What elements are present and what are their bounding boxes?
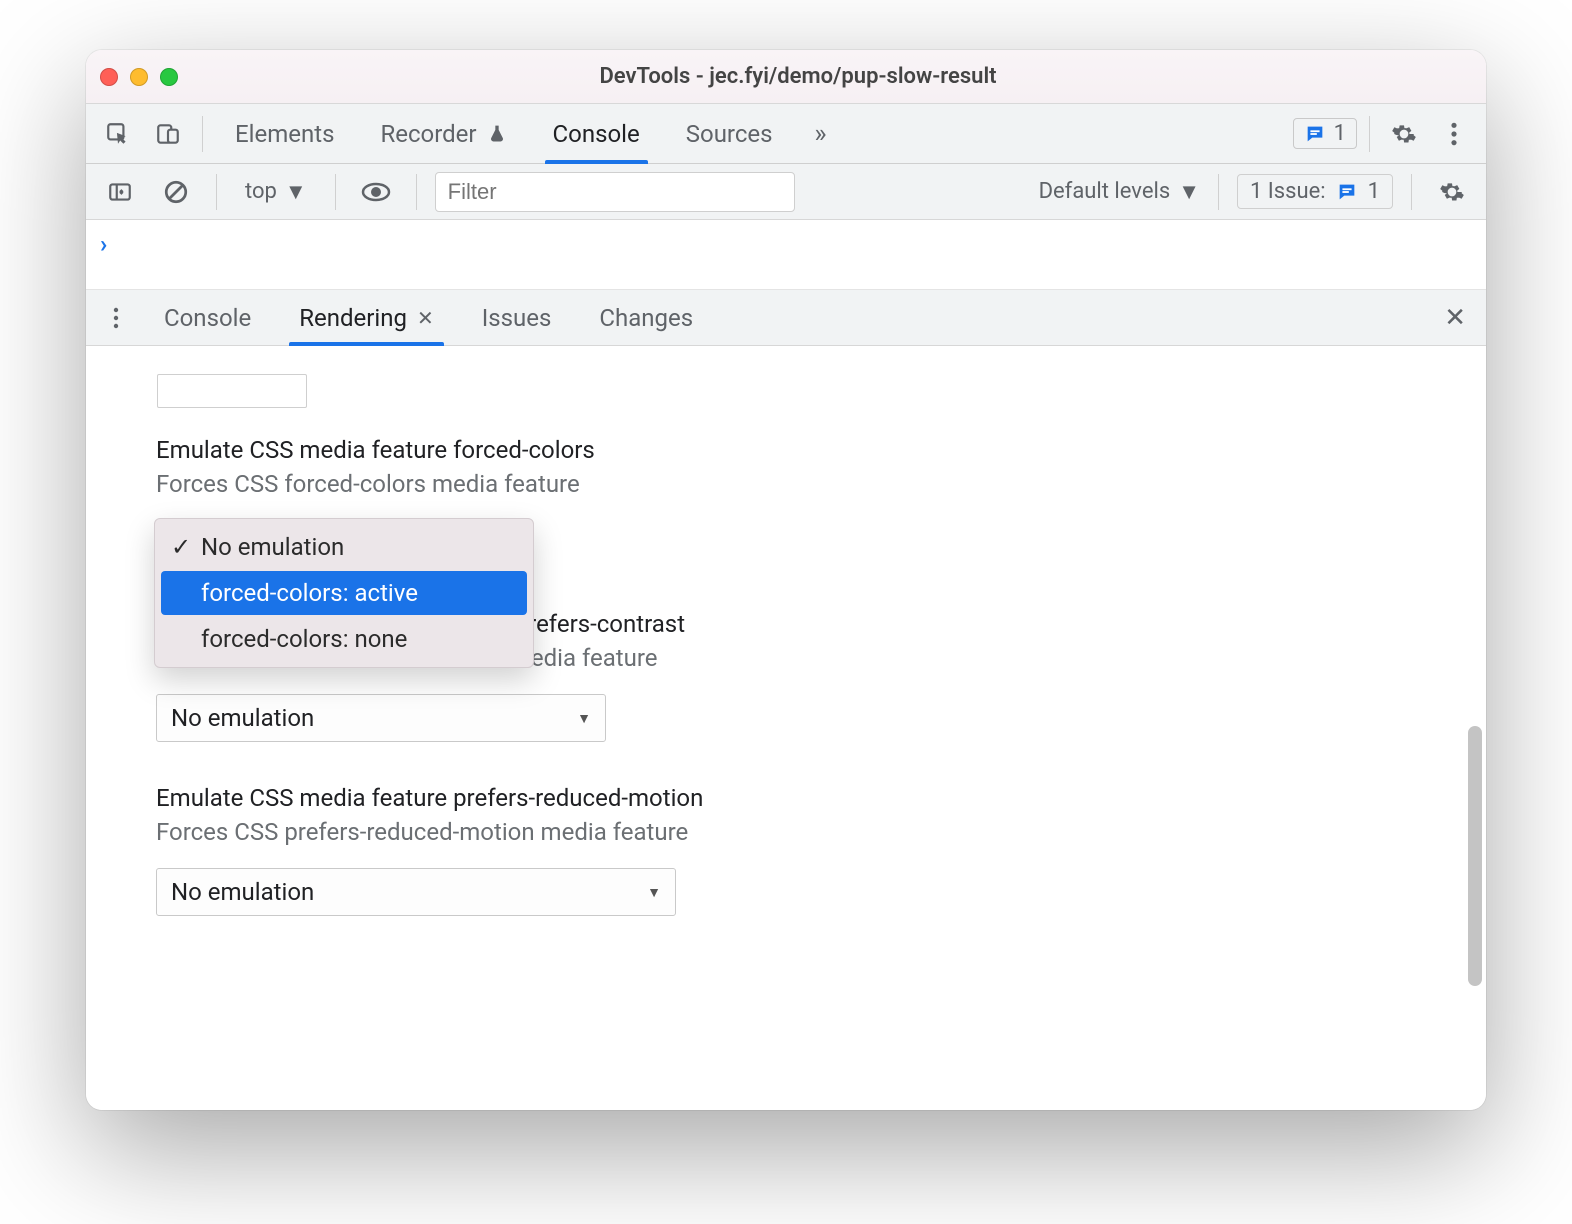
tab-recorder[interactable]: Recorder — [360, 104, 526, 164]
console-toolbar: top ▼ Default levels ▼ 1 Issue: — [86, 164, 1486, 220]
issues-counter[interactable]: 1 Issue: 1 — [1237, 174, 1393, 209]
divider — [1218, 174, 1219, 210]
close-window-button[interactable] — [100, 68, 118, 86]
inspect-element-icon[interactable] — [96, 112, 140, 156]
message-icon — [1336, 181, 1358, 203]
prefers-contrast-select[interactable]: No emulation ▼ — [156, 694, 606, 742]
section-prefers-reduced-motion: Emulate CSS media feature prefers-reduce… — [156, 784, 1416, 916]
option-no-emulation[interactable]: ✓ No emulation — [161, 525, 527, 569]
section-title: Emulate CSS media feature prefers-reduce… — [156, 784, 1416, 812]
scrollbar-thumb[interactable] — [1468, 726, 1482, 986]
chevron-down-icon: ▼ — [647, 884, 661, 901]
drawer-tab-issues[interactable]: Issues — [460, 290, 574, 346]
divider — [202, 116, 203, 152]
drawer-tabbar: Console Rendering ✕ Issues Changes ✕ — [86, 290, 1486, 346]
device-toolbar-icon[interactable] — [146, 112, 190, 156]
section-desc: Forces CSS forced-colors media feature — [156, 470, 1416, 498]
context-selector[interactable]: top ▼ — [235, 175, 317, 209]
divider — [1411, 174, 1412, 210]
chevron-down-icon: ▼ — [1178, 179, 1200, 205]
option-forced-colors-active[interactable]: forced-colors: active — [161, 571, 527, 615]
console-sidebar-toggle-icon[interactable] — [98, 170, 142, 214]
drawer-tab-console[interactable]: Console — [142, 290, 273, 346]
tab-label: Issues — [482, 304, 552, 332]
prompt-chevron-icon: › — [100, 230, 107, 258]
console-settings-icon[interactable] — [1430, 170, 1474, 214]
tab-label: Sources — [686, 120, 773, 148]
issues-count: 1 — [1368, 179, 1380, 204]
drawer-tab-rendering[interactable]: Rendering ✕ — [277, 290, 456, 346]
divider — [335, 174, 336, 210]
levels-label: Default levels — [1039, 179, 1171, 204]
flask-icon — [487, 123, 507, 145]
main-tabbar: Elements Recorder Console Sources » 1 — [86, 104, 1486, 164]
prefers-reduced-motion-select[interactable]: No emulation ▼ — [156, 868, 676, 916]
issues-badge[interactable]: 1 — [1293, 118, 1357, 149]
settings-icon[interactable] — [1382, 112, 1426, 156]
tab-sources[interactable]: Sources — [666, 104, 793, 164]
option-label: forced-colors: none — [201, 625, 407, 653]
divider — [1369, 116, 1370, 152]
close-drawer-icon[interactable]: ✕ — [1432, 303, 1478, 333]
more-tabs-icon[interactable]: » — [799, 112, 843, 156]
window-controls — [100, 68, 178, 86]
window-title: DevTools - jec.fyi/demo/pup-slow-result — [194, 64, 1402, 89]
tab-label: Console — [164, 304, 251, 332]
live-expression-icon[interactable] — [354, 170, 398, 214]
chevron-down-icon: ▼ — [285, 179, 307, 205]
check-icon: ✓ — [171, 533, 191, 561]
option-forced-colors-none[interactable]: forced-colors: none — [161, 617, 527, 661]
titlebar: DevTools - jec.fyi/demo/pup-slow-result — [86, 50, 1486, 104]
option-label: forced-colors: active — [201, 579, 418, 607]
issues-label: 1 Issue: — [1250, 179, 1326, 204]
console-prompt[interactable]: › — [86, 220, 1486, 290]
tab-label: Console — [553, 120, 640, 148]
log-levels-selector[interactable]: Default levels ▼ — [1039, 179, 1200, 205]
message-icon — [1304, 123, 1326, 145]
truncated-select[interactable] — [157, 374, 307, 408]
drawer-kebab-icon[interactable] — [94, 296, 138, 340]
minimize-window-button[interactable] — [130, 68, 148, 86]
rendering-pane: Emulate CSS media feature forced-colors … — [86, 346, 1486, 1110]
issues-count: 1 — [1334, 121, 1346, 146]
zoom-window-button[interactable] — [160, 68, 178, 86]
tab-label: Recorder — [380, 120, 476, 148]
devtools-window: DevTools - jec.fyi/demo/pup-slow-result … — [86, 50, 1486, 1110]
divider — [216, 174, 217, 210]
select-value: No emulation — [171, 878, 314, 906]
tab-label: Rendering — [299, 304, 407, 332]
tab-console[interactable]: Console — [533, 104, 660, 164]
filter-field[interactable] — [448, 179, 782, 205]
section-title: Emulate CSS media feature forced-colors — [156, 436, 1416, 464]
option-label: No emulation — [201, 533, 344, 561]
divider — [416, 174, 417, 210]
context-label: top — [245, 179, 277, 204]
forced-colors-dropdown: ✓ No emulation forced-colors: active for… — [154, 518, 534, 668]
close-tab-icon[interactable]: ✕ — [417, 306, 434, 330]
section-desc: Forces CSS prefers-reduced-motion media … — [156, 818, 1416, 846]
tab-label: Elements — [235, 120, 334, 148]
chevron-down-icon: ▼ — [577, 710, 591, 727]
filter-input[interactable] — [435, 172, 795, 212]
select-value: No emulation — [171, 704, 314, 732]
kebab-menu-icon[interactable] — [1432, 112, 1476, 156]
clear-console-icon[interactable] — [154, 170, 198, 214]
tab-label: Changes — [599, 304, 693, 332]
drawer-tab-changes[interactable]: Changes — [577, 290, 715, 346]
tab-elements[interactable]: Elements — [215, 104, 354, 164]
